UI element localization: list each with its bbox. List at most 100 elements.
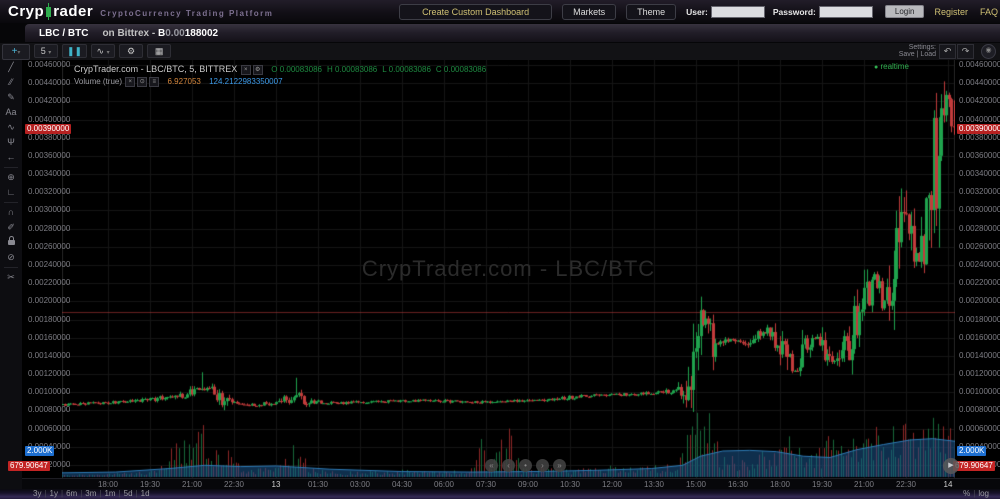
settings-save-link[interactable]: Save xyxy=(899,51,915,58)
price-tick-label: 0.00140000 xyxy=(959,352,1000,360)
password-input[interactable] xyxy=(819,6,873,18)
app-logo: Cryprader xyxy=(8,3,93,20)
price-tick-label: 0.00160000 xyxy=(28,334,70,342)
time-tick-label: 03:00 xyxy=(350,480,370,489)
login-button[interactable]: Login xyxy=(885,5,925,18)
nav-left-button[interactable]: ‹ xyxy=(502,459,515,472)
measure-icon[interactable]: ∟ xyxy=(0,185,22,200)
theme-button[interactable]: Theme xyxy=(626,4,676,20)
arrow-marker-icon[interactable]: ← xyxy=(0,150,22,165)
price-tick-label: 0.00460000 xyxy=(28,61,70,69)
price-tick-label: 0.00320000 xyxy=(28,188,70,196)
price-tick-label: 0.00120000 xyxy=(959,370,1000,378)
brush-icon[interactable]: ✎ xyxy=(0,90,22,105)
chart-properties-button[interactable]: ⚙ xyxy=(119,44,143,58)
scroll-to-realtime-button[interactable]: ▶ xyxy=(943,458,959,474)
price-tick-label: 0.00420000 xyxy=(959,97,1000,105)
compare-icon: ∿ xyxy=(97,46,105,56)
parallel-channel-icon[interactable]: ⁄⁄ xyxy=(0,75,22,90)
register-link[interactable]: Register xyxy=(934,7,968,17)
range-3y-button[interactable]: 3y xyxy=(30,489,44,499)
user-input[interactable] xyxy=(711,6,765,18)
crosshair-tool-button[interactable]: +▾ xyxy=(2,44,30,60)
compare-button[interactable]: ∿ ▾ xyxy=(91,44,115,58)
pitchfork-icon[interactable]: Ψ xyxy=(0,135,22,150)
time-tick-label: 19:30 xyxy=(140,480,160,489)
last-price-badge: 0.00390000 xyxy=(25,124,71,134)
timeframe-buttons: 3y|1y|6m|3m|1m|5d|1d xyxy=(30,489,153,499)
last-price-badge: 0.00390000 xyxy=(957,124,1000,134)
price-leading-zeros: 0.00 xyxy=(165,28,184,39)
redo-icon: ↷ xyxy=(962,46,970,56)
range-1m-button[interactable]: 1m xyxy=(101,489,118,499)
magnet-icon[interactable]: ∩ xyxy=(0,205,22,220)
legend-close-icon[interactable]: × xyxy=(241,65,251,75)
volume-settings-icon[interactable]: ≡ xyxy=(149,77,159,87)
screenshot-button[interactable]: ◉ xyxy=(981,44,996,59)
trend-line-icon[interactable]: ╱ xyxy=(0,60,22,75)
legend-title: CrypTrader.com - LBC/BTC, 5, BITTREX xyxy=(74,64,237,74)
settings-label: Settings: xyxy=(899,44,936,51)
price-tick-label: 0.00140000 xyxy=(28,352,70,360)
volume-toggle-icon[interactable]: ⊙ xyxy=(137,77,147,87)
price-tick-label: 0.00260000 xyxy=(959,243,1000,251)
price-axis-right[interactable]: 0.004600000.004400000.004200000.00400000… xyxy=(959,60,1000,478)
markets-button[interactable]: Markets xyxy=(562,4,616,20)
logo-text-right: rader xyxy=(53,3,93,20)
time-tick-label: 06:00 xyxy=(434,480,454,489)
price-tick-label: 0.00280000 xyxy=(959,225,1000,233)
volume-legend: Volume (true) ×⊙≡ 6.927053 124.212298335… xyxy=(74,77,486,87)
price-tick-label: 0.00060000 xyxy=(28,425,70,433)
xabcd-pattern-icon[interactable]: ∿ xyxy=(0,120,22,135)
edit-pencil-icon[interactable]: ✐ xyxy=(0,220,22,235)
time-tick-label: 07:30 xyxy=(476,480,496,489)
range-5d-button[interactable]: 5d xyxy=(121,489,136,499)
time-tick-label: 04:30 xyxy=(392,480,412,489)
time-tick-label: 22:30 xyxy=(896,480,916,489)
zoom-in-icon[interactable]: ⊕ xyxy=(0,170,22,185)
price-tick-label: 0.00460000 xyxy=(959,61,1000,69)
scale-%-button[interactable]: % xyxy=(960,489,973,498)
nav-fast-right-button[interactable]: » xyxy=(553,459,566,472)
range-6m-button[interactable]: 6m xyxy=(63,489,80,499)
range-1y-button[interactable]: 1y xyxy=(47,489,61,499)
lock-icon[interactable] xyxy=(0,235,22,250)
price-tick-label: 0.00080000 xyxy=(959,406,1000,414)
time-tick-label: 09:00 xyxy=(518,480,538,489)
nav-fast-left-button[interactable]: « xyxy=(485,459,498,472)
candlestick-style-button[interactable]: ❚❚ xyxy=(62,44,87,58)
password-label: Password: xyxy=(773,7,816,17)
nav-right-button[interactable]: › xyxy=(536,459,549,472)
indicators-button[interactable]: ▦ xyxy=(147,44,171,58)
ohlc-values: O 0.00083086H 0.00083086L 0.00083086C 0.… xyxy=(266,65,486,74)
range-3m-button[interactable]: 3m xyxy=(82,489,99,499)
price-tick-label: 0.00360000 xyxy=(28,152,70,160)
volume-axis-badge: 2.000K xyxy=(957,446,986,456)
faq-link[interactable]: FAQ xyxy=(980,7,998,17)
current-volume-badge: 679.90647 xyxy=(953,461,995,471)
range-1d-button[interactable]: 1d xyxy=(138,489,153,499)
remove-drawings-icon[interactable]: ✂ xyxy=(0,270,22,285)
legend-settings-icon[interactable]: ⚙ xyxy=(253,65,263,75)
volume-close-icon[interactable]: × xyxy=(125,77,135,87)
hide-drawings-icon[interactable]: ⊘ xyxy=(0,250,22,265)
candlestick-icon: ❚❚ xyxy=(67,46,82,56)
volume-study-label: Volume (true) xyxy=(74,77,122,86)
price-axis-left[interactable]: 0.004600000.004400000.004200000.00400000… xyxy=(28,60,61,478)
candlestick-logo-icon xyxy=(46,7,51,17)
price-tick-label: 0.00240000 xyxy=(959,261,1000,269)
price-tick-label: 0.00340000 xyxy=(959,170,1000,178)
time-tick-label: 14 xyxy=(944,480,953,489)
interval-select[interactable]: 5 ▾ xyxy=(34,44,58,58)
scale-log-button[interactable]: log xyxy=(975,489,992,498)
text-tool-icon[interactable]: Aa xyxy=(0,105,22,120)
time-tick-label: 18:00 xyxy=(770,480,790,489)
create-dashboard-button[interactable]: Create Custom Dashboard xyxy=(399,4,552,20)
redo-button[interactable]: ↷ xyxy=(957,44,974,59)
nav-center-button[interactable]: • xyxy=(519,459,532,472)
chart-area: CrypTrader.com - LBC/BTC CrypTrader.com … xyxy=(22,60,1000,478)
realtime-indicator: ● realtime xyxy=(874,62,909,71)
chart-legend: CrypTrader.com - LBC/BTC, 5, BITTREX ×⚙ … xyxy=(74,64,486,87)
settings-load-link[interactable]: Load xyxy=(920,51,936,58)
undo-button[interactable]: ↶ xyxy=(939,44,956,59)
